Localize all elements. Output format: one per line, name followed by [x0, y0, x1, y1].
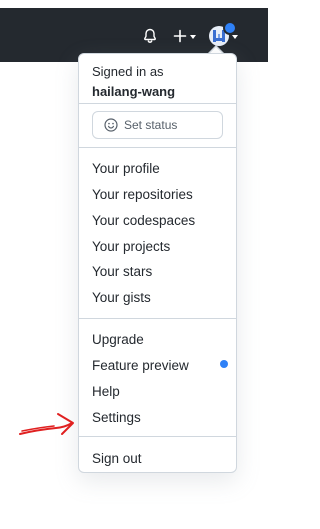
- username: hailang-wang: [92, 84, 176, 99]
- divider: [79, 436, 236, 437]
- user-dropdown-menu: Signed in as hailang-wang Set status You…: [78, 53, 237, 473]
- feature-preview-dot: [220, 360, 228, 368]
- menu-item-sign-out[interactable]: Sign out: [92, 450, 142, 468]
- menu-item-help[interactable]: Help: [92, 383, 120, 401]
- bell-icon: [144, 28, 156, 43]
- signed-in-info: Signed in as hailang-wang: [92, 62, 175, 102]
- annotation-arrow-icon: [19, 413, 74, 435]
- set-status-label: Set status: [124, 118, 178, 132]
- set-status-button[interactable]: Set status: [92, 111, 223, 139]
- chevron-down-icon: [189, 35, 196, 39]
- notifications-button[interactable]: [140, 26, 160, 46]
- notification-dot: [223, 21, 237, 35]
- menu-item-your-codespaces[interactable]: Your codespaces: [92, 212, 195, 230]
- signed-in-label: Signed in as: [92, 64, 164, 79]
- menu-item-your-projects[interactable]: Your projects: [92, 238, 170, 256]
- top-strip: [0, 0, 268, 8]
- menu-item-your-repositories[interactable]: Your repositories: [92, 186, 193, 204]
- create-new-button[interactable]: [168, 25, 200, 47]
- divider: [79, 318, 236, 319]
- menu-item-your-gists[interactable]: Your gists: [92, 289, 151, 307]
- divider: [79, 147, 236, 148]
- plus-icon: [173, 29, 186, 43]
- menu-item-feature-preview[interactable]: Feature preview: [92, 357, 189, 375]
- chevron-down-icon: [231, 35, 238, 39]
- menu-item-upgrade[interactable]: Upgrade: [92, 331, 144, 349]
- menu-item-your-profile[interactable]: Your profile: [92, 160, 160, 178]
- divider: [79, 103, 236, 104]
- menu-item-settings[interactable]: Settings: [92, 409, 141, 427]
- menu-item-your-stars[interactable]: Your stars: [92, 263, 152, 281]
- smiley-icon: [104, 118, 118, 132]
